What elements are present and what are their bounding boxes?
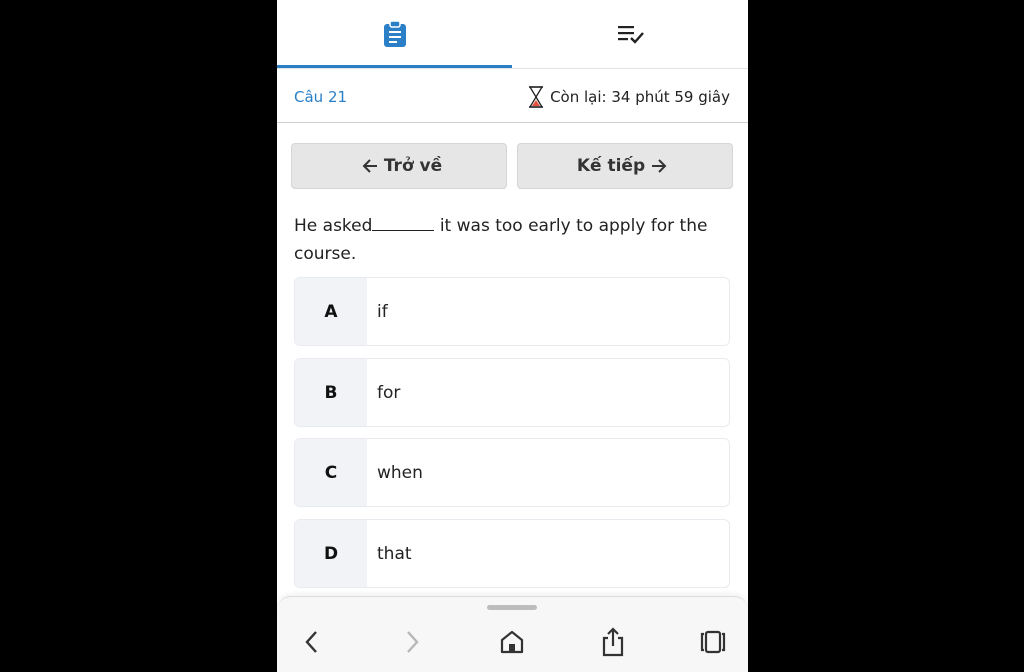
option-letter: B (295, 359, 367, 426)
timer-label: Còn lại: 34 phút 59 giây (550, 88, 730, 106)
question-header: Câu 21 Còn lại: 34 phút 59 giây (277, 69, 748, 123)
question-text-before: He asked (294, 216, 373, 236)
browser-share-button[interactable] (598, 627, 628, 657)
hourglass-icon (528, 86, 544, 108)
home-icon (500, 630, 524, 654)
back-icon (305, 631, 317, 653)
active-tab-indicator (277, 65, 512, 68)
browser-forward-button[interactable] (397, 627, 427, 657)
option-letter: D (295, 520, 367, 587)
question-text: He asked it was too early to apply for t… (294, 212, 734, 268)
tabs-icon (700, 630, 726, 654)
tab-answer-list[interactable] (513, 0, 748, 68)
answer-blank (372, 214, 435, 231)
share-icon (602, 627, 624, 657)
option-text: if (377, 301, 388, 322)
option-letter: C (295, 439, 367, 506)
back-button[interactable]: Trở về (291, 143, 507, 189)
arrow-left-icon (362, 159, 377, 173)
option-a[interactable]: A if (294, 277, 730, 346)
option-text: for (377, 382, 401, 403)
question-number: Câu 21 (294, 88, 348, 106)
next-button-label: Kế tiếp (576, 156, 646, 176)
tab-bar (277, 0, 748, 69)
clipboard-icon (383, 20, 406, 47)
option-c[interactable]: C when (294, 438, 730, 507)
back-button-label: Trở về (383, 156, 443, 176)
browser-home-button[interactable] (497, 627, 527, 657)
browser-tabs-button[interactable] (698, 627, 728, 657)
timer: Còn lại: 34 phút 59 giây (528, 86, 730, 108)
option-text: when (377, 462, 423, 483)
option-letter: A (295, 278, 367, 345)
forward-icon (407, 631, 419, 653)
app-screen: Câu 21 Còn lại: 34 phút 59 giây Trở về K… (277, 0, 748, 672)
browser-back-button[interactable] (297, 627, 327, 657)
tab-question[interactable] (277, 0, 512, 68)
option-b[interactable]: B for (294, 358, 730, 427)
next-button[interactable]: Kế tiếp (517, 143, 733, 189)
option-text: that (377, 543, 412, 564)
browser-toolbar (277, 596, 748, 672)
checklist-icon (617, 26, 644, 44)
option-d[interactable]: D that (294, 519, 730, 588)
arrow-right-icon (652, 159, 667, 173)
sheet-handle[interactable] (487, 605, 537, 610)
